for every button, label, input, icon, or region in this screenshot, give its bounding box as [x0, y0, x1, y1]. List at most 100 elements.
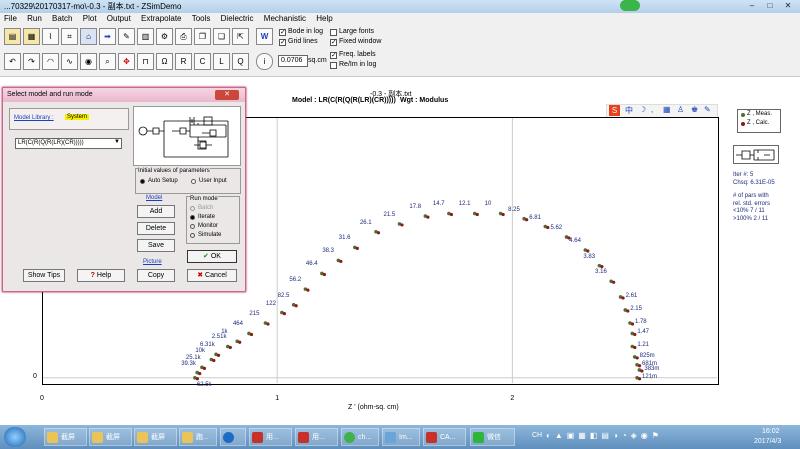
pars-lt10: <10% 7 / 11: [733, 208, 765, 214]
taskbar-item-8[interactable]: ch...: [341, 428, 379, 446]
picture-link[interactable]: Picture: [143, 259, 162, 265]
cancel-button[interactable]: ✖ Cancel: [187, 269, 237, 282]
folder-icon: [92, 432, 103, 443]
model-link[interactable]: Model: [146, 195, 162, 201]
auto-setup-label: Auto Setup: [148, 178, 178, 184]
system-tab[interactable]: System: [65, 114, 90, 120]
monitor-radio[interactable]: [190, 224, 195, 229]
ok-label: OK: [210, 253, 221, 260]
circuit-thumbnail: [733, 145, 779, 164]
taskbar-item-3[interactable]: 截屏: [134, 428, 177, 446]
legend-calc-marker: [741, 122, 745, 126]
x-tick-label: 1: [275, 395, 280, 402]
taskbar-item-7[interactable]: 用...: [295, 428, 338, 446]
frequency-label: 25.1k: [185, 355, 201, 362]
circuit-thumbnail-icon: [736, 149, 775, 161]
frequency-label: 1.78: [634, 319, 647, 326]
simulate-radio[interactable]: [190, 233, 195, 238]
taskbar-item-8-label: ch...: [358, 434, 372, 441]
frequency-label: 1.21: [637, 342, 650, 349]
taskbar-item-7-label: 用...: [312, 434, 325, 441]
model-select-value: LR(C(R(Q(R(LR)(CR))))): [18, 140, 84, 146]
cancel-label: Cancel: [205, 272, 227, 279]
user-input-radio[interactable]: [191, 179, 196, 184]
browser-icon: [344, 432, 355, 443]
tray-icons[interactable]: ◐▲▣▦◧▤◑◔◈◉⚑: [546, 431, 663, 440]
show-tips-button[interactable]: Show Tips: [23, 269, 65, 282]
taskbar-item-1[interactable]: 截屏: [44, 428, 87, 446]
taskbar-item-1-label: 截屏: [61, 434, 75, 441]
pdf-icon: [298, 432, 309, 443]
frequency-label: 121m: [642, 373, 658, 380]
run-mode-group: Run mode Batch Iterate Monitor Simulate: [186, 196, 240, 244]
folder-icon: [182, 432, 193, 443]
taskbar-item-2[interactable]: 截屏: [89, 428, 132, 446]
frequency-label: 3.16: [595, 269, 607, 276]
iterate-radio[interactable]: [190, 215, 195, 220]
circuit-diagram-icon: [138, 116, 229, 158]
taskbar-item-10[interactable]: CA...: [423, 428, 466, 446]
taskbar-item-5[interactable]: [220, 428, 246, 446]
add-button[interactable]: Add: [137, 205, 175, 218]
app-icon: [426, 432, 437, 443]
pars-subtitle: rel. std. errors: [733, 200, 771, 207]
clock-time: 16:02: [762, 428, 780, 435]
model-select[interactable]: LR(C(R(Q(R(LR)(CR))))) ▼: [15, 138, 122, 149]
cross-icon: ✖: [197, 272, 204, 279]
model-library-tab[interactable]: Model Library :: [14, 115, 54, 121]
select-model-dialog: Select model and run mode ✕ Model Librar…: [2, 87, 246, 292]
frequency-label: 26.1: [359, 219, 372, 226]
taskbar-item-11-label: 微信: [487, 434, 501, 441]
folder-icon: [137, 432, 148, 443]
frequency-label: 6.81: [529, 214, 541, 221]
frequency-label: 2.15: [630, 305, 642, 312]
help-button[interactable]: ? Help: [77, 269, 125, 282]
batch-radio[interactable]: [190, 206, 195, 211]
x-axis-label: Z ' (ohm-sq. cm): [348, 404, 399, 411]
run-mode-title: Run mode: [190, 196, 218, 202]
initial-values-title: Initial values of parameters: [138, 168, 210, 174]
taskbar-item-2-label: 截屏: [106, 434, 120, 441]
frequency-label: 1k: [221, 329, 228, 336]
taskbar-item-3-label: 截屏: [151, 434, 165, 441]
model-library-tabs: Model Library : System: [9, 108, 129, 130]
frequency-label: 1.47: [637, 329, 650, 336]
taskbar-item-10-label: CA...: [440, 434, 456, 441]
frequency-label: 5.62: [550, 224, 563, 231]
frequency-label: 38.3: [322, 248, 335, 255]
clock-date: 2017/4/3: [754, 438, 782, 445]
frequency-label: 2.51k: [211, 334, 227, 341]
legend-calc-label: Z , Calc.: [747, 120, 770, 126]
frequency-label: 31.6: [338, 235, 351, 242]
taskbar-item-6[interactable]: 用...: [249, 428, 292, 446]
frequency-label: 46.4: [305, 261, 318, 268]
dialog-title-bar: Select model and run mode ✕: [3, 88, 245, 102]
frequency-label: 3.83: [583, 253, 596, 260]
taskbar-item-9[interactable]: Im...: [382, 428, 420, 446]
simulate-label: Simulate: [198, 232, 222, 238]
legend-meas-marker: [741, 113, 745, 117]
frequency-label: 82.5: [277, 292, 290, 299]
taskbar-item-4-label: 跑...: [196, 434, 209, 441]
legend-meas-label: Z , Meas.: [747, 111, 773, 117]
dialog-title: Select model and run mode: [7, 91, 93, 98]
copy-button[interactable]: Copy: [137, 269, 175, 282]
taskbar-item-4[interactable]: 跑...: [179, 428, 217, 446]
start-button[interactable]: [4, 427, 26, 447]
auto-setup-radio[interactable]: [140, 179, 145, 184]
iterate-label: Iterate: [198, 214, 216, 220]
dialog-close-button[interactable]: ✕: [215, 90, 239, 100]
help-icon: ?: [90, 272, 95, 279]
language-indicator[interactable]: CH: [532, 432, 542, 439]
monitor-label: Monitor: [198, 223, 219, 229]
frequency-label: 215: [249, 311, 260, 318]
pars-gt100: >100% 2 / 11: [733, 215, 769, 222]
frequency-label: 39.3k: [181, 360, 196, 367]
delete-button[interactable]: Delete: [137, 222, 175, 235]
taskbar-item-11[interactable]: 微信: [470, 428, 515, 446]
help-label: Help: [96, 272, 112, 279]
iter-count: Iter #: 5: [733, 172, 754, 178]
circuit-diagram: [133, 106, 241, 166]
save-button[interactable]: Save: [137, 239, 175, 252]
ok-button[interactable]: ✔ OK: [187, 250, 237, 263]
